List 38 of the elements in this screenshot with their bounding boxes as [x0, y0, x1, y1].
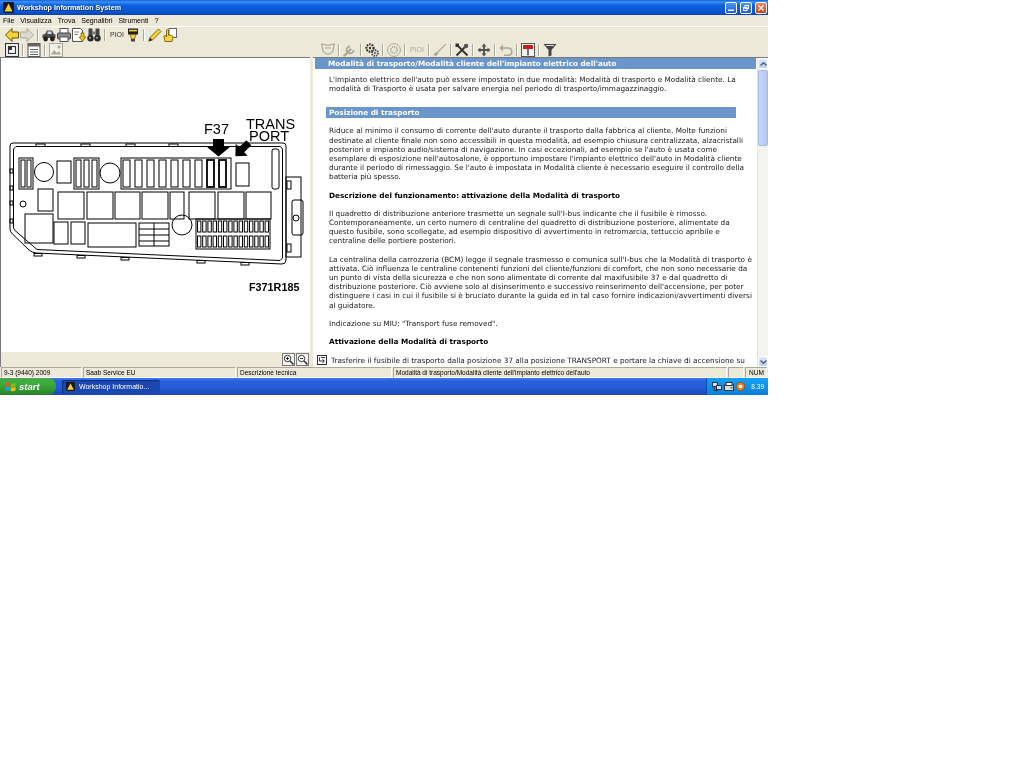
document-arrow-icon[interactable]	[72, 28, 86, 42]
crossed-tools-icon[interactable]	[455, 43, 469, 57]
figure-code: F371R185	[249, 281, 300, 293]
close-button[interactable]	[755, 1, 767, 14]
funnel-icon[interactable]	[543, 43, 557, 57]
flag-icon	[5, 381, 16, 392]
chevron-up-icon	[759, 61, 767, 66]
scroll-thumb[interactable]	[758, 70, 768, 146]
scroll-up-button[interactable]	[758, 58, 768, 69]
hand-pointer-icon[interactable]	[163, 28, 177, 42]
car-icon[interactable]	[42, 28, 56, 42]
printer-icon[interactable]	[724, 382, 734, 391]
binoculars-icon[interactable]	[87, 28, 101, 42]
left-arrow-icon[interactable]	[5, 28, 19, 42]
restore-icon	[743, 4, 749, 11]
frame-icon[interactable]	[5, 43, 19, 57]
minimize-button[interactable]	[725, 1, 737, 14]
network-icon[interactable]	[712, 382, 722, 391]
chevron-down-icon	[759, 359, 767, 364]
pencil-icon[interactable]	[148, 28, 162, 42]
app-icon	[3, 2, 14, 13]
ring-icon[interactable]	[736, 382, 745, 391]
scroll-down-button[interactable]	[758, 356, 768, 367]
zoom-in-icon[interactable]	[282, 353, 295, 366]
arrow-icon	[207, 139, 230, 157]
zoom-out-icon[interactable]	[296, 353, 309, 366]
arrow-icon	[235, 140, 252, 157]
lamp-icon[interactable]	[126, 28, 140, 42]
gears-icon[interactable]	[365, 43, 379, 57]
close-icon	[758, 4, 764, 11]
empty-status-panel	[728, 367, 744, 378]
move-icon[interactable]	[477, 43, 491, 57]
callout-label: F37	[204, 120, 229, 137]
signpost-icon[interactable]	[521, 43, 535, 57]
app-icon	[66, 382, 75, 391]
printer-icon[interactable]	[57, 28, 71, 42]
restore-button[interactable]	[740, 1, 752, 14]
list-icon[interactable]	[27, 43, 41, 57]
